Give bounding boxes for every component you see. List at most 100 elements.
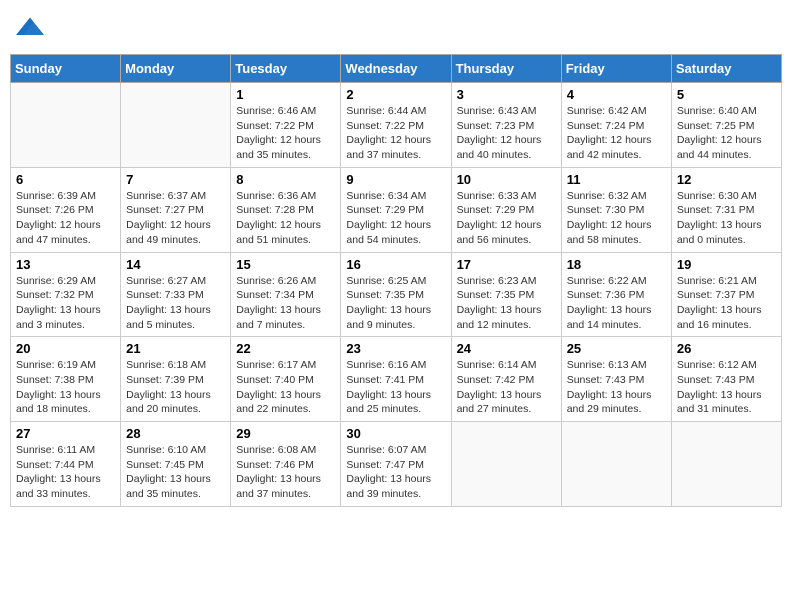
day-info: Sunrise: 6:29 AMSunset: 7:32 PMDaylight:… <box>16 274 115 333</box>
day-number: 17 <box>457 257 556 272</box>
calendar-cell: 4 Sunrise: 6:42 AMSunset: 7:24 PMDaylight… <box>561 83 671 168</box>
calendar-cell: 6 Sunrise: 6:39 AMSunset: 7:26 PMDaylight… <box>11 167 121 252</box>
day-number: 29 <box>236 426 335 441</box>
day-info: Sunrise: 6:30 AMSunset: 7:31 PMDaylight:… <box>677 189 776 248</box>
day-number: 28 <box>126 426 225 441</box>
calendar-header-row: SundayMondayTuesdayWednesdayThursdayFrid… <box>11 55 782 83</box>
logo <box>16 14 48 42</box>
day-info: Sunrise: 6:07 AMSunset: 7:47 PMDaylight:… <box>346 443 445 502</box>
week-row-1: 6 Sunrise: 6:39 AMSunset: 7:26 PMDaylight… <box>11 167 782 252</box>
day-info: Sunrise: 6:34 AMSunset: 7:29 PMDaylight:… <box>346 189 445 248</box>
day-number: 8 <box>236 172 335 187</box>
day-info: Sunrise: 6:19 AMSunset: 7:38 PMDaylight:… <box>16 358 115 417</box>
day-number: 27 <box>16 426 115 441</box>
calendar-cell <box>561 422 671 507</box>
calendar-cell <box>11 83 121 168</box>
day-info: Sunrise: 6:25 AMSunset: 7:35 PMDaylight:… <box>346 274 445 333</box>
day-info: Sunrise: 6:36 AMSunset: 7:28 PMDaylight:… <box>236 189 335 248</box>
day-info: Sunrise: 6:21 AMSunset: 7:37 PMDaylight:… <box>677 274 776 333</box>
day-info: Sunrise: 6:11 AMSunset: 7:44 PMDaylight:… <box>16 443 115 502</box>
day-info: Sunrise: 6:39 AMSunset: 7:26 PMDaylight:… <box>16 189 115 248</box>
day-number: 4 <box>567 87 666 102</box>
day-number: 3 <box>457 87 556 102</box>
logo-icon <box>16 14 44 42</box>
day-info: Sunrise: 6:17 AMSunset: 7:40 PMDaylight:… <box>236 358 335 417</box>
calendar-cell: 16 Sunrise: 6:25 AMSunset: 7:35 PMDayligh… <box>341 252 451 337</box>
calendar-cell <box>451 422 561 507</box>
day-number: 24 <box>457 341 556 356</box>
day-header-thursday: Thursday <box>451 55 561 83</box>
day-info: Sunrise: 6:12 AMSunset: 7:43 PMDaylight:… <box>677 358 776 417</box>
day-number: 20 <box>16 341 115 356</box>
calendar-cell: 21Sunrise: 6:18 AMSunset: 7:39 PMDayligh… <box>121 337 231 422</box>
calendar-cell: 20 Sunrise: 6:19 AMSunset: 7:38 PMDayligh… <box>11 337 121 422</box>
day-number: 13 <box>16 257 115 272</box>
day-info: Sunrise: 6:33 AMSunset: 7:29 PMDaylight:… <box>457 189 556 248</box>
calendar-cell: 27 Sunrise: 6:11 AMSunset: 7:44 PMDayligh… <box>11 422 121 507</box>
day-number: 14 <box>126 257 225 272</box>
calendar-cell: 29 Sunrise: 6:08 AMSunset: 7:46 PMDayligh… <box>231 422 341 507</box>
day-number: 7 <box>126 172 225 187</box>
day-number: 9 <box>346 172 445 187</box>
day-number: 10 <box>457 172 556 187</box>
day-number: 16 <box>346 257 445 272</box>
calendar-cell: 7 Sunrise: 6:37 AMSunset: 7:27 PMDaylight… <box>121 167 231 252</box>
calendar-cell: 23 Sunrise: 6:16 AMSunset: 7:41 PMDayligh… <box>341 337 451 422</box>
day-header-wednesday: Wednesday <box>341 55 451 83</box>
calendar-cell: 14Sunrise: 6:27 AMSunset: 7:33 PMDayligh… <box>121 252 231 337</box>
day-number: 30 <box>346 426 445 441</box>
day-number: 22 <box>236 341 335 356</box>
calendar-cell: 19 Sunrise: 6:21 AMSunset: 7:37 PMDayligh… <box>671 252 781 337</box>
calendar-cell: 1Sunrise: 6:46 AMSunset: 7:22 PMDaylight… <box>231 83 341 168</box>
day-info: Sunrise: 6:43 AMSunset: 7:23 PMDaylight:… <box>457 104 556 163</box>
day-info: Sunrise: 6:13 AMSunset: 7:43 PMDaylight:… <box>567 358 666 417</box>
day-header-saturday: Saturday <box>671 55 781 83</box>
day-info: Sunrise: 6:18 AMSunset: 7:39 PMDaylight:… <box>126 358 225 417</box>
day-number: 2 <box>346 87 445 102</box>
day-number: 19 <box>677 257 776 272</box>
day-info: Sunrise: 6:44 AMSunset: 7:22 PMDaylight:… <box>346 104 445 163</box>
calendar-cell: 28 Sunrise: 6:10 AMSunset: 7:45 PMDayligh… <box>121 422 231 507</box>
day-number: 18 <box>567 257 666 272</box>
calendar-cell <box>121 83 231 168</box>
day-info: Sunrise: 6:08 AMSunset: 7:46 PMDaylight:… <box>236 443 335 502</box>
calendar-cell: 24 Sunrise: 6:14 AMSunset: 7:42 PMDayligh… <box>451 337 561 422</box>
day-number: 15 <box>236 257 335 272</box>
day-info: Sunrise: 6:14 AMSunset: 7:42 PMDaylight:… <box>457 358 556 417</box>
day-number: 23 <box>346 341 445 356</box>
calendar-cell: 3 Sunrise: 6:43 AMSunset: 7:23 PMDaylight… <box>451 83 561 168</box>
calendar-cell: 15 Sunrise: 6:26 AMSunset: 7:34 PMDayligh… <box>231 252 341 337</box>
week-row-2: 13 Sunrise: 6:29 AMSunset: 7:32 PMDayligh… <box>11 252 782 337</box>
day-info: Sunrise: 6:37 AMSunset: 7:27 PMDaylight:… <box>126 189 225 248</box>
calendar-cell: 22 Sunrise: 6:17 AMSunset: 7:40 PMDayligh… <box>231 337 341 422</box>
calendar-cell: 11Sunrise: 6:32 AMSunset: 7:30 PMDayligh… <box>561 167 671 252</box>
calendar-cell: 13 Sunrise: 6:29 AMSunset: 7:32 PMDayligh… <box>11 252 121 337</box>
calendar-cell: 5Sunrise: 6:40 AMSunset: 7:25 PMDaylight… <box>671 83 781 168</box>
calendar-cell: 30 Sunrise: 6:07 AMSunset: 7:47 PMDayligh… <box>341 422 451 507</box>
calendar-cell: 8 Sunrise: 6:36 AMSunset: 7:28 PMDaylight… <box>231 167 341 252</box>
day-header-monday: Monday <box>121 55 231 83</box>
calendar-cell: 2 Sunrise: 6:44 AMSunset: 7:22 PMDaylight… <box>341 83 451 168</box>
day-info: Sunrise: 6:22 AMSunset: 7:36 PMDaylight:… <box>567 274 666 333</box>
day-number: 6 <box>16 172 115 187</box>
day-header-sunday: Sunday <box>11 55 121 83</box>
day-info: Sunrise: 6:40 AMSunset: 7:25 PMDaylight:… <box>677 104 776 163</box>
calendar-cell: 26Sunrise: 6:12 AMSunset: 7:43 PMDayligh… <box>671 337 781 422</box>
day-info: Sunrise: 6:10 AMSunset: 7:45 PMDaylight:… <box>126 443 225 502</box>
day-number: 11 <box>567 172 666 187</box>
calendar-cell: 10 Sunrise: 6:33 AMSunset: 7:29 PMDayligh… <box>451 167 561 252</box>
week-row-3: 20 Sunrise: 6:19 AMSunset: 7:38 PMDayligh… <box>11 337 782 422</box>
calendar-cell: 17 Sunrise: 6:23 AMSunset: 7:35 PMDayligh… <box>451 252 561 337</box>
calendar-cell: 25Sunrise: 6:13 AMSunset: 7:43 PMDayligh… <box>561 337 671 422</box>
calendar-cell: 12Sunrise: 6:30 AMSunset: 7:31 PMDayligh… <box>671 167 781 252</box>
day-info: Sunrise: 6:26 AMSunset: 7:34 PMDaylight:… <box>236 274 335 333</box>
week-row-0: 1Sunrise: 6:46 AMSunset: 7:22 PMDaylight… <box>11 83 782 168</box>
week-row-4: 27 Sunrise: 6:11 AMSunset: 7:44 PMDayligh… <box>11 422 782 507</box>
day-info: Sunrise: 6:16 AMSunset: 7:41 PMDaylight:… <box>346 358 445 417</box>
day-number: 1 <box>236 87 335 102</box>
day-info: Sunrise: 6:23 AMSunset: 7:35 PMDaylight:… <box>457 274 556 333</box>
calendar-table: SundayMondayTuesdayWednesdayThursdayFrid… <box>10 54 782 507</box>
day-header-friday: Friday <box>561 55 671 83</box>
calendar-cell <box>671 422 781 507</box>
day-info: Sunrise: 6:42 AMSunset: 7:24 PMDaylight:… <box>567 104 666 163</box>
